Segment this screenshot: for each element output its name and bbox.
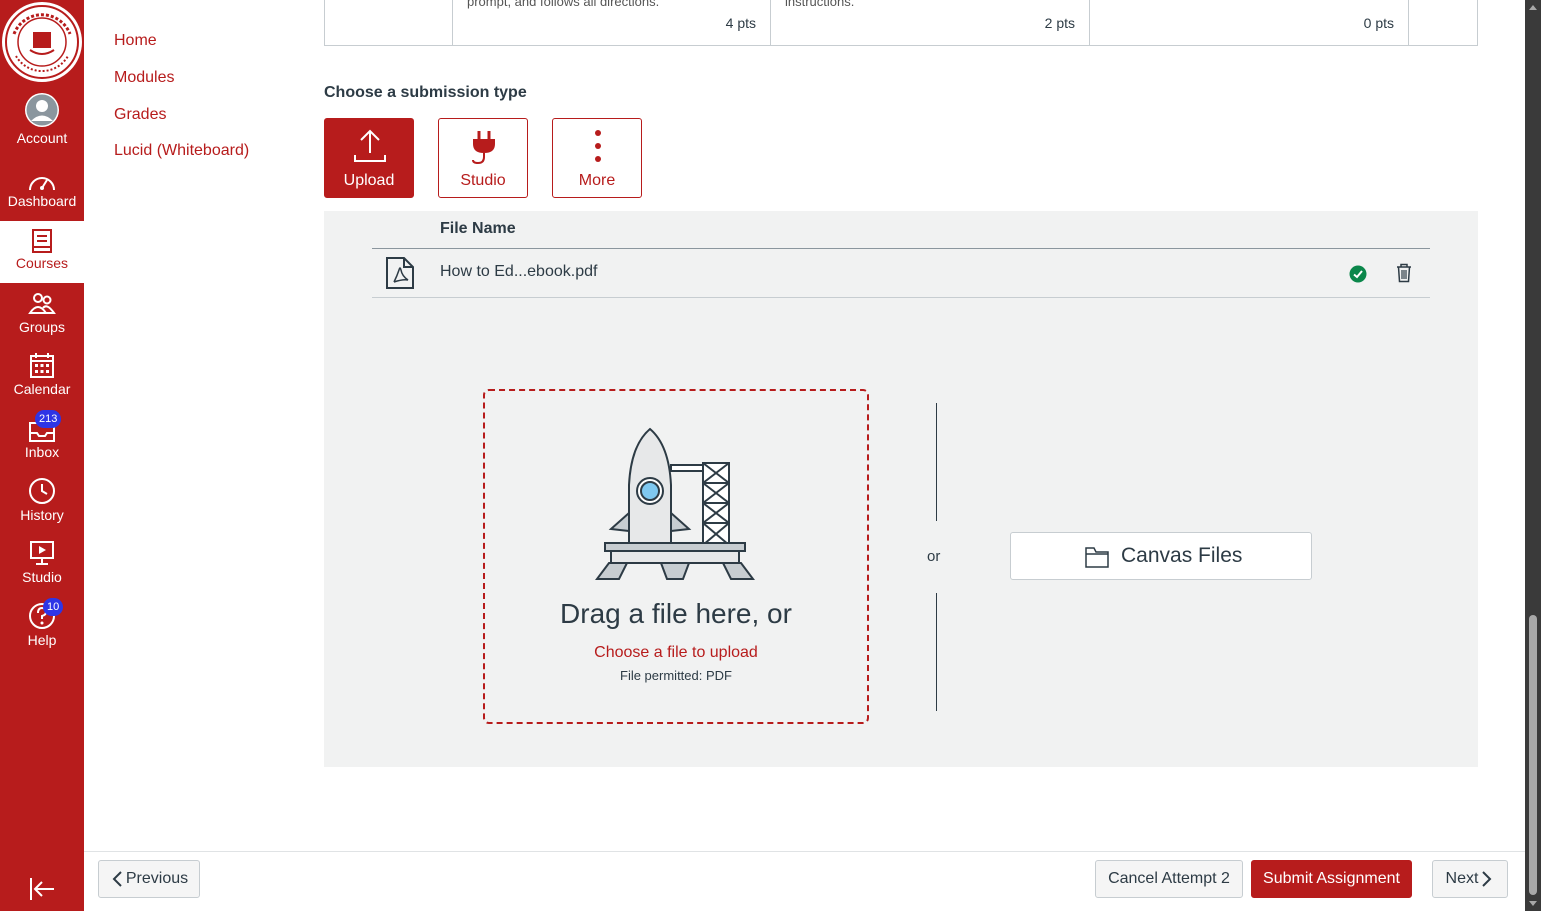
- next-button[interactable]: Next: [1432, 860, 1508, 898]
- upload-icon: [354, 129, 386, 162]
- rubric-cell-points: 4 pts: [725, 15, 756, 31]
- course-nav-lucid[interactable]: Lucid (Whiteboard): [114, 142, 249, 160]
- upload-success-icon: [1349, 265, 1367, 283]
- divider: [372, 297, 1430, 298]
- nav-label: Account: [16, 130, 68, 146]
- file-name-column-header: File Name: [440, 220, 516, 237]
- courses-icon: [32, 229, 52, 253]
- scrollbar-thumb[interactable]: [1529, 615, 1537, 895]
- submission-type-title: Choose a submission type: [324, 84, 527, 101]
- divider: [372, 248, 1430, 249]
- global-navigation: Account Dashboard Courses Groups Calenda…: [0, 0, 84, 911]
- rubric-cell-points: 2 pts: [1044, 15, 1075, 31]
- canvas-files-button[interactable]: Canvas Files: [1010, 532, 1312, 580]
- rubric-cell: instructions. 2 pts: [770, 0, 1089, 45]
- nav-item-groups[interactable]: Groups: [0, 285, 84, 347]
- rocket-launch-illustration: [595, 427, 755, 580]
- file-permitted-note: File permitted: PDF: [620, 668, 732, 683]
- upload-type-label: Upload: [343, 172, 395, 189]
- submit-assignment-label: Submit Assignment: [1263, 870, 1400, 887]
- or-divider-top: [936, 403, 937, 521]
- upload-type-button[interactable]: Upload: [324, 118, 414, 198]
- plug-icon: [472, 131, 495, 165]
- page-scrollbar[interactable]: [1525, 0, 1541, 911]
- uploaded-file-name: How to Ed...ebook.pdf: [440, 263, 598, 280]
- more-type-button[interactable]: More: [552, 118, 642, 198]
- nav-item-history[interactable]: History: [0, 474, 84, 536]
- folder-icon: [1085, 547, 1109, 568]
- studio-icon: [30, 541, 54, 565]
- groups-icon: [28, 293, 56, 314]
- course-nav-home[interactable]: Home: [114, 32, 157, 50]
- nav-label: History: [20, 507, 64, 523]
- chevron-right-icon: [1482, 871, 1492, 887]
- more-vertical-icon: [595, 130, 601, 162]
- account-icon: [25, 93, 59, 127]
- pdf-file-icon: [386, 257, 414, 289]
- nav-label: Courses: [15, 255, 69, 271]
- nav-item-account[interactable]: Account: [0, 86, 84, 148]
- course-nav-modules[interactable]: Modules: [114, 69, 174, 87]
- help-badge: 10: [43, 598, 64, 616]
- more-type-label: More: [578, 172, 616, 189]
- history-icon: [29, 478, 55, 504]
- or-divider-bottom: [936, 593, 937, 711]
- footer-divider: [84, 851, 1525, 852]
- file-dropzone[interactable]: Drag a file here, or Choose a file to up…: [483, 389, 869, 724]
- nav-item-inbox[interactable]: 213 Inbox: [0, 410, 84, 472]
- scroll-down-arrow-icon[interactable]: [1528, 900, 1538, 908]
- nav-label: Groups: [19, 319, 65, 335]
- rubric-cell: [1408, 0, 1478, 45]
- nav-label: Dashboard: [7, 193, 77, 209]
- submit-assignment-button[interactable]: Submit Assignment: [1251, 860, 1412, 898]
- nav-item-help[interactable]: 10 Help: [0, 598, 84, 661]
- studio-type-button[interactable]: Studio: [438, 118, 528, 198]
- nav-item-studio[interactable]: Studio: [0, 537, 84, 599]
- previous-button[interactable]: Previous: [98, 860, 200, 898]
- nav-item-calendar[interactable]: Calendar: [0, 348, 84, 410]
- nav-label: Inbox: [24, 444, 60, 460]
- rubric-cell-points: 0 pts: [1363, 15, 1394, 31]
- canvas-files-label: Canvas Files: [1121, 544, 1243, 567]
- cancel-attempt-label: Cancel Attempt 2: [1108, 870, 1230, 887]
- next-label: Next: [1445, 870, 1479, 887]
- cancel-attempt-button[interactable]: Cancel Attempt 2: [1095, 860, 1243, 898]
- rubric-cell: prompt, and follows all directions. 4 pt…: [452, 0, 770, 45]
- dropzone-title: Drag a file here, or: [560, 598, 792, 629]
- inbox-unread-badge: 213: [35, 410, 62, 428]
- trash-icon[interactable]: [1395, 263, 1413, 283]
- previous-label: Previous: [125, 870, 189, 887]
- nav-label: Studio: [22, 569, 62, 585]
- collapse-nav-icon[interactable]: [27, 874, 57, 904]
- rubric-table: prompt, and follows all directions. 4 pt…: [324, 0, 1478, 46]
- nav-label: Help: [27, 632, 57, 648]
- studio-type-label: Studio: [460, 172, 506, 189]
- school-logo[interactable]: [0, 0, 84, 84]
- nav-label: Calendar: [13, 381, 71, 397]
- nav-item-courses[interactable]: Courses: [0, 221, 84, 283]
- nav-item-dashboard[interactable]: Dashboard: [0, 162, 84, 224]
- rubric-cell-description: prompt, and follows all directions.: [467, 0, 660, 9]
- rubric-cell-description: instructions.: [785, 0, 855, 9]
- chevron-left-icon: [112, 871, 122, 887]
- scroll-up-arrow-icon[interactable]: [1528, 3, 1538, 11]
- choose-file-link[interactable]: Choose a file to upload: [485, 644, 867, 662]
- calendar-icon: [30, 353, 54, 378]
- course-nav-grades[interactable]: Grades: [114, 106, 166, 124]
- or-separator: or: [927, 548, 941, 565]
- rubric-cell: 0 pts: [1089, 0, 1408, 45]
